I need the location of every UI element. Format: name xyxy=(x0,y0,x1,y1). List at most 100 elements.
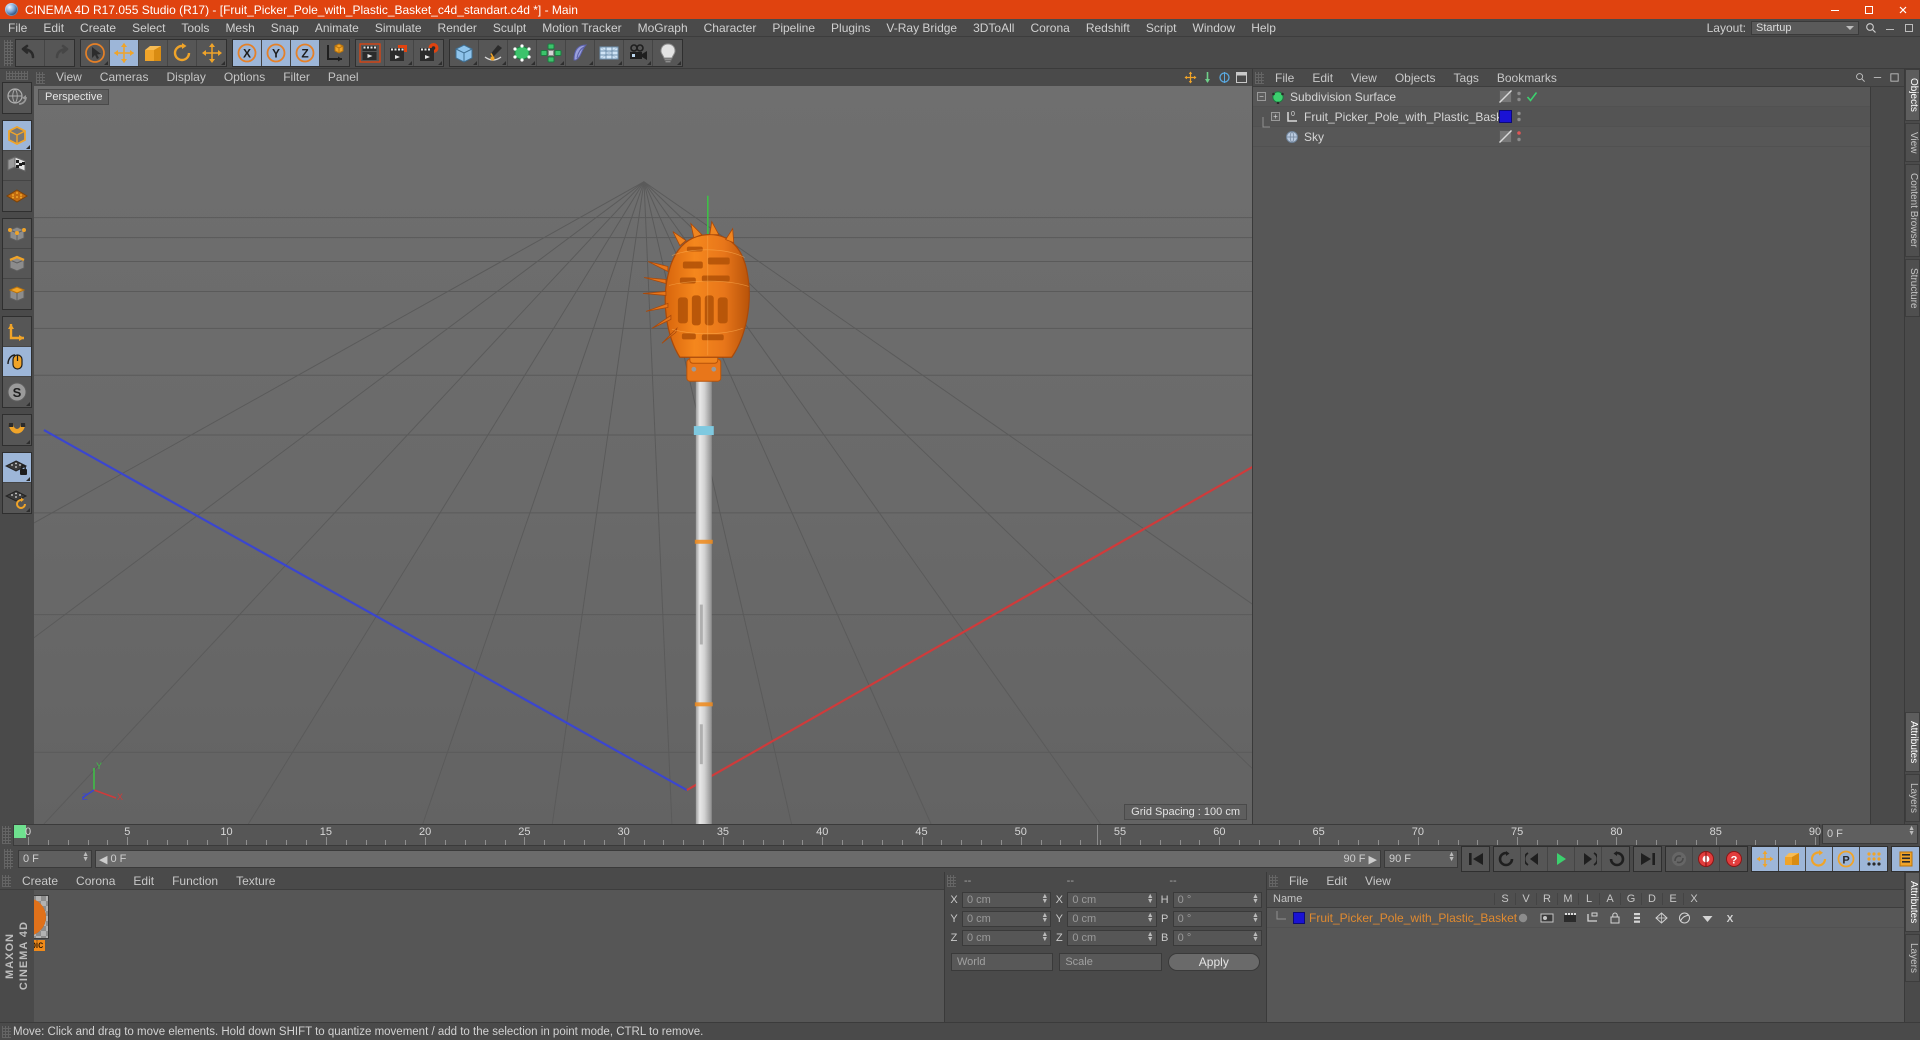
rotation-p-field[interactable]: 0 ° ▲ ▼ xyxy=(1172,911,1262,927)
key-rotation-button[interactable] xyxy=(1806,847,1833,871)
layer-row[interactable]: Fruit_Picker_Pole_with_Plastic_Basket X xyxy=(1267,908,1904,928)
layermgr-menu-view[interactable]: View xyxy=(1356,872,1400,890)
objmgr-restore-icon[interactable] xyxy=(1887,71,1901,85)
material-manager-grip[interactable] xyxy=(2,874,11,887)
dock-tab-content-browser[interactable]: Content Browser xyxy=(1905,164,1920,257)
viewport-menu-cameras[interactable]: Cameras xyxy=(91,69,158,86)
timeline-current-frame-field[interactable]: 0 F ▲ ▼ xyxy=(1822,824,1918,844)
viewport-menu-filter[interactable]: Filter xyxy=(274,69,319,86)
zoom-view-icon[interactable] xyxy=(1201,71,1214,84)
move-tool-button[interactable] xyxy=(110,39,139,66)
render-settings-button[interactable] xyxy=(414,39,443,66)
maximize-button[interactable] xyxy=(1852,0,1886,19)
timeline-ruler[interactable]: 0 5 10 15 20 25 30 35 40 45 50 55 60 65 70 75 80 85 90 xyxy=(13,824,1821,846)
objmgr-menu-file[interactable]: File xyxy=(1266,69,1303,87)
menu-script[interactable]: Script xyxy=(1138,19,1185,37)
enable-snap-mouse-button[interactable] xyxy=(3,347,31,377)
objmgr-search-icon[interactable] xyxy=(1853,71,1867,85)
go-to-previous-key-button[interactable] xyxy=(1494,847,1521,871)
menu-edit[interactable]: Edit xyxy=(35,19,72,37)
layer-lock-toggle[interactable] xyxy=(1609,912,1630,924)
add-deformer-button[interactable] xyxy=(566,39,595,66)
menu-3dtoall[interactable]: 3DToAll xyxy=(965,19,1022,37)
dock-tab-attributes-bottom[interactable]: Attributes xyxy=(1905,872,1920,933)
layer-visible-toggle[interactable] xyxy=(1540,912,1561,924)
menu-render[interactable]: Render xyxy=(430,19,485,37)
panel-restore-icon[interactable] xyxy=(1902,21,1916,35)
column-r[interactable]: R xyxy=(1536,892,1557,905)
size-y-field[interactable]: 0 cm ▲ ▼ xyxy=(1067,911,1157,927)
spinner-icon[interactable]: ▲ ▼ xyxy=(1908,825,1915,837)
key-parameter-button[interactable]: P xyxy=(1833,847,1860,871)
autokey-link-button[interactable] xyxy=(1666,847,1693,871)
column-s[interactable]: S xyxy=(1494,892,1515,905)
objmgr-menu-edit[interactable]: Edit xyxy=(1303,69,1342,87)
layer-manager-grip[interactable] xyxy=(1269,874,1278,887)
visibility-dots-icon[interactable] xyxy=(1516,110,1522,123)
snap-settings-button[interactable]: S xyxy=(3,377,31,407)
key-position-button[interactable] xyxy=(1752,847,1779,871)
add-cube-primitive-button[interactable] xyxy=(450,39,479,66)
add-array-modeling-button[interactable] xyxy=(537,39,566,66)
undo-view-icon[interactable] xyxy=(3,83,31,113)
tag-slot-icon[interactable] xyxy=(1499,130,1512,143)
column-l[interactable]: L xyxy=(1578,892,1599,905)
panel-minimize-icon[interactable] xyxy=(1883,21,1897,35)
go-to-next-key-button[interactable] xyxy=(1602,847,1629,871)
layer-manager-toggle[interactable] xyxy=(1586,912,1607,924)
position-x-field[interactable]: 0 cm ▲ ▼ xyxy=(962,892,1052,908)
dock-tab-layers[interactable]: Layers xyxy=(1905,773,1920,822)
left-palette-grip[interactable] xyxy=(6,71,28,80)
go-to-start-button[interactable] xyxy=(1462,847,1489,871)
status-bar-grip[interactable] xyxy=(2,1025,11,1038)
maximize-viewport-icon[interactable] xyxy=(1235,71,1248,84)
edges-mode-button[interactable] xyxy=(3,249,31,279)
matmgr-menu-texture[interactable]: Texture xyxy=(227,872,284,890)
object-row-subdivision-surface[interactable]: − Subdivision Surface xyxy=(1253,87,1870,107)
layer-color-swatch[interactable] xyxy=(1293,911,1305,924)
disabled-dot-icon[interactable] xyxy=(1516,130,1522,143)
viewport-menu-display[interactable]: Display xyxy=(157,69,214,86)
layer-table[interactable]: Name S V R M L A G D E X Fruit_Picker_Po… xyxy=(1267,890,1904,1022)
column-g[interactable]: G xyxy=(1620,892,1641,905)
animation-range-bar[interactable]: ◀ 0 F 90 F ▶ xyxy=(95,850,1381,868)
objmgr-menu-bookmarks[interactable]: Bookmarks xyxy=(1488,69,1566,87)
layer-animation-toggle[interactable] xyxy=(1632,912,1653,924)
viewport-menu-panel[interactable]: Panel xyxy=(319,69,368,86)
object-row-sky[interactable]: Sky xyxy=(1253,116,1870,147)
spinner-icon[interactable]: ▲ ▼ xyxy=(1041,931,1048,943)
menu-snap[interactable]: Snap xyxy=(263,19,307,37)
autokeying-button[interactable]: ? xyxy=(1720,847,1747,871)
animation-end-field[interactable]: 90 F ▲ ▼ xyxy=(1384,850,1458,868)
layermgr-menu-edit[interactable]: Edit xyxy=(1317,872,1356,890)
menu-character[interactable]: Character xyxy=(696,19,765,37)
menu-mograph[interactable]: MoGraph xyxy=(630,19,696,37)
add-light-button[interactable] xyxy=(653,39,682,66)
visibility-dots-icon[interactable] xyxy=(1516,90,1522,103)
spinner-icon[interactable]: ▲ ▼ xyxy=(1147,912,1154,924)
animation-controls-grip[interactable] xyxy=(4,849,13,869)
rotate-workplane-button[interactable] xyxy=(3,483,31,513)
size-x-field[interactable]: 0 cm ▲ ▼ xyxy=(1067,892,1157,908)
object-row-fruit-picker-pole[interactable]: + 0 Fruit_Picker_Pole_with_Plastic_Baske… xyxy=(1253,107,1870,127)
column-m[interactable]: M xyxy=(1557,892,1578,905)
matmgr-menu-function[interactable]: Function xyxy=(163,872,227,890)
material-grid[interactable]: fruit pic xyxy=(0,890,944,1022)
column-d[interactable]: D xyxy=(1641,892,1662,905)
points-mode-button[interactable] xyxy=(3,219,31,249)
play-button[interactable] xyxy=(1548,847,1575,871)
spinner-icon[interactable]: ▲ ▼ xyxy=(1147,931,1154,943)
rotation-b-field[interactable]: 0 ° ▲ ▼ xyxy=(1172,930,1262,946)
timeline-grip[interactable] xyxy=(2,826,11,844)
menu-select[interactable]: Select xyxy=(124,19,173,37)
dock-tab-attributes[interactable]: Attributes xyxy=(1905,711,1920,772)
menu-file[interactable]: File xyxy=(0,19,35,37)
workplane-button[interactable] xyxy=(3,181,31,211)
spinner-icon[interactable]: ▲ ▼ xyxy=(1041,912,1048,924)
go-to-end-button[interactable] xyxy=(1634,847,1661,871)
object-tree[interactable]: − Subdivision Surface + 0 Fruit_Picker_P… xyxy=(1253,87,1870,824)
size-z-field[interactable]: 0 cm ▲ ▼ xyxy=(1067,930,1157,946)
layer-deformers-toggle[interactable] xyxy=(1678,912,1699,924)
menu-animate[interactable]: Animate xyxy=(307,19,367,37)
apply-button[interactable]: Apply xyxy=(1167,953,1260,971)
